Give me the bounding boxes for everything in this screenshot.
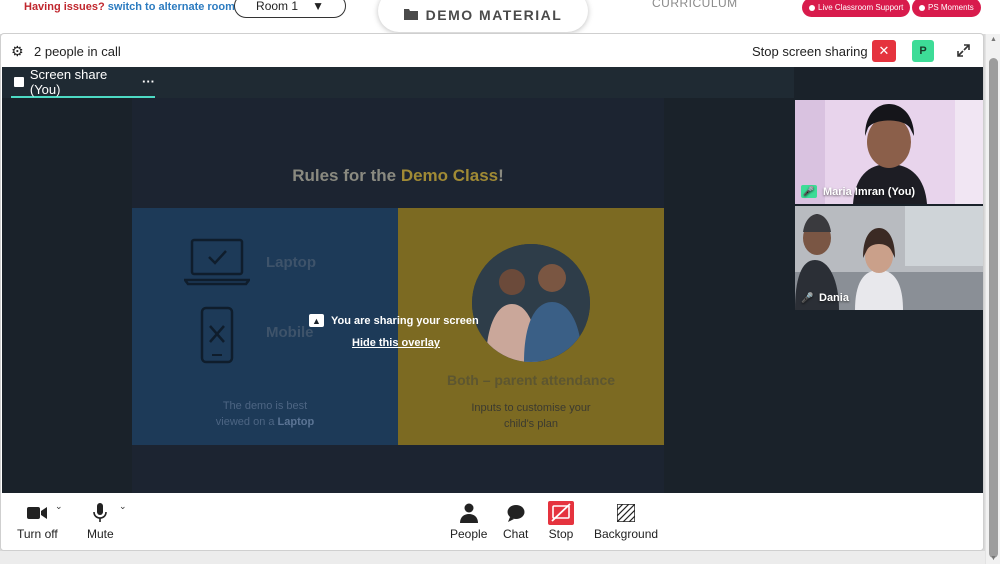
right-heading: Both – parent attendance [446,372,616,388]
people-button[interactable]: People [450,499,487,541]
people-count: 2 people in call [34,44,121,59]
background-label: Background [594,527,659,541]
alternate-room-link[interactable]: switch to alternate room [108,1,235,13]
issue-prefix: Having issues? [24,1,105,13]
right-caption-line2: child's plan [503,418,559,430]
call-controls: Turn off ⌄ Mute ⌄ People Chat Stop Backg… [1,493,983,550]
issue-notice: Having issues? switch to alternate room [24,1,235,13]
right-caption: Inputs to customise your child's plan [398,400,664,432]
slide-title: Rules for the Demo Class! [132,166,664,186]
scrollbar-thumb[interactable] [989,58,998,558]
share-screen-icon: ▲ [309,314,324,327]
close-icon: ✕ [878,43,890,58]
left-caption-line2-prefix: viewed on a [215,416,278,428]
background-button[interactable]: Background [594,499,658,541]
folder-icon [403,7,418,23]
people-label: People [450,527,488,541]
mic-options-chevron-icon[interactable]: ⌄ [119,501,127,512]
moments-icon [919,4,925,11]
live-support-button[interactable]: Live Classroom Support [802,0,911,17]
demo-material-label: DEMO MATERIAL [425,7,563,23]
presenter-badge[interactable]: P [912,40,934,62]
participant-name-tag: 🎤 Dania [801,292,849,304]
right-caption-line1: Inputs to customise your [471,402,591,414]
mute-label: Mute [87,527,114,541]
scroll-down-arrow-icon[interactable]: ▼ [990,555,997,562]
stop-sharing-close-button[interactable]: ✕ [872,40,896,62]
call-window: ⚙ 2 people in call Stop screen sharing ✕… [0,33,984,551]
stop-share-label: Stop [548,527,574,541]
curriculum-link[interactable]: CURRICULUM [652,0,738,10]
camera-options-chevron-icon[interactable]: ⌄ [55,501,63,512]
room-select[interactable]: Room 1 ▼ [234,0,346,18]
ps-moments-button[interactable]: PS Moments [912,0,981,17]
stop-share-icon [548,499,574,527]
participant-tile[interactable]: 🎤 Maria Imran (You) [795,100,983,204]
camera-toggle-button[interactable]: Turn off [17,499,58,541]
shared-slide: Rules for the Demo Class! Laptop Mobile … [132,98,664,493]
support-icon [809,4,815,11]
mic-icon: 🎤 [801,292,814,304]
page-scrollbar[interactable]: ▲ ▼ [985,34,1000,564]
participant-name-tag: 🎤 Maria Imran (You) [801,185,915,198]
microphone-icon [93,499,108,527]
share-tab-bar: Screen share (You) ··· [2,67,794,98]
sharing-overlay-text: You are sharing your screen [331,314,479,327]
left-caption-line2: viewed on a Laptop [132,414,398,430]
mic-active-icon: 🎤 [801,185,817,198]
left-caption-line1: The demo is best [222,400,308,412]
video-camera-icon [27,499,48,527]
stop-sharing-link[interactable]: Stop screen sharing [752,44,868,59]
sharing-overlay-message: ▲ You are sharing your screen [309,314,479,327]
left-caption: The demo is best viewed on a Laptop [132,398,398,430]
tab-screen-share[interactable]: Screen share (You) ··· [11,67,155,98]
participant-tile[interactable]: 🎤 Dania [795,206,983,310]
laptop-label: Laptop [266,254,316,271]
mobile-icon [200,306,234,364]
live-support-label: Live Classroom Support [818,3,904,12]
left-caption-line2-bold: Laptop [277,416,315,428]
page-bottom-edge [0,551,985,564]
camera-toggle-label: Turn off [17,527,58,541]
stop-share-button[interactable]: Stop [548,499,574,541]
mute-button[interactable]: Mute [87,499,114,541]
people-icon [459,499,478,527]
chat-button[interactable]: Chat [503,499,528,541]
demo-material-button[interactable]: DEMO MATERIAL [378,0,588,32]
ps-moments-label: PS Moments [928,3,974,12]
call-header: ⚙ 2 people in call Stop screen sharing ✕… [1,34,983,67]
monitor-icon [14,76,24,87]
expand-icon[interactable] [954,41,972,59]
video-stage: Screen share (You) ··· Rules for the Dem… [2,67,983,493]
host-top-bar: Having issues? switch to alternate room … [0,0,1000,34]
participant-name: Maria Imran (You) [823,185,916,198]
slide-title-prefix: Rules for the [292,166,401,185]
slide-title-suffix: ! [498,166,504,185]
participant-name: Dania [819,292,849,304]
background-icon [617,499,636,527]
chevron-down-icon: ▼ [312,0,324,13]
chat-icon [507,499,525,527]
hide-overlay-link[interactable]: Hide this overlay [352,337,440,349]
gear-icon[interactable]: ⚙ [11,43,24,60]
room-select-value: Room 1 [256,0,299,13]
slide-title-highlight: Demo Class [400,166,499,185]
laptop-icon [184,238,250,286]
parents-photo [472,244,590,362]
mobile-label: Mobile [266,324,314,341]
tab-screen-share-label: Screen share (You) [29,66,108,97]
chat-label: Chat [503,527,529,541]
more-options-icon[interactable]: ··· [142,74,155,89]
scroll-up-arrow-icon[interactable]: ▲ [990,36,997,43]
